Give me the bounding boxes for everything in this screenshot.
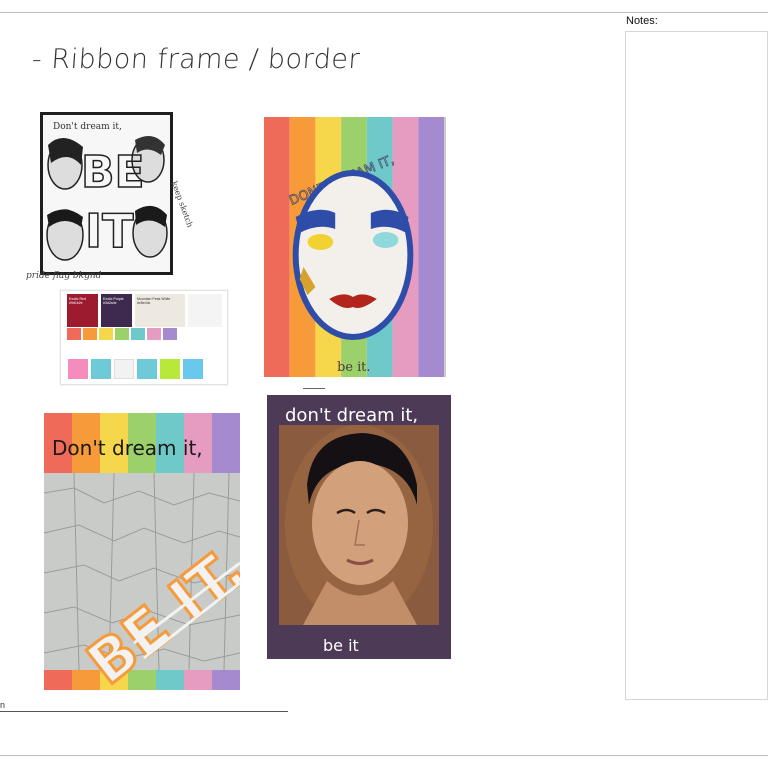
swatch-code: #e8e4dc — [137, 301, 151, 306]
mask-poster-art: DON'T DREAM IT, be it. — [264, 117, 444, 377]
palette-swatch-white: Mountain Peak White #e8e4dc — [135, 294, 185, 327]
sketch-be: BE — [81, 147, 145, 198]
notes-panel[interactable] — [625, 31, 768, 700]
notes-label: Notes: — [626, 15, 658, 27]
swatch-code: #9d1b2e — [69, 301, 83, 306]
mask-poster-image[interactable]: DON'T DREAM IT, be it. — [264, 117, 446, 377]
clipped-text: n — [0, 700, 6, 710]
palette-swatch-purple: Exotic Purple #3d2a4e — [101, 294, 132, 327]
mask-bottom-text: be it. — [337, 360, 370, 375]
palette-rainbow-row — [67, 328, 177, 340]
cracked-poster-art: Don't dream it, BE IT. — [44, 413, 240, 690]
palette-swatch-red: Exotic Red #9d1b2e — [67, 294, 98, 327]
top-divider — [0, 12, 768, 13]
sketch-it: IT — [85, 204, 134, 258]
cracked-poster-image[interactable]: Don't dream it, BE IT. — [44, 413, 240, 690]
sketch-caption: pride flag bkgnd — [26, 271, 102, 281]
bottom-divider — [0, 755, 768, 756]
bottom-left-rule — [0, 711, 288, 712]
portrait-poster-image[interactable]: don't dream it, be it — [267, 395, 451, 659]
color-palette-card[interactable]: Exotic Red #9d1b2e Exotic Purple #3d2a4e M… — [60, 290, 228, 385]
sketch-side-note: keep sketch — [169, 180, 195, 229]
cracked-top-text: Don't dream it, — [52, 436, 203, 460]
portrait-bottom-text: be it — [323, 636, 359, 655]
swatch-code: #3d2a4e — [103, 301, 117, 306]
sketch-drawing: Don't dream it, BE IT — [43, 115, 170, 272]
separator-dash — [303, 388, 325, 389]
pencil-sketch-image[interactable]: Don't dream it, BE IT — [40, 112, 173, 275]
palette-sticky-notes — [68, 359, 203, 379]
portrait-poster-art: don't dream it, be it — [267, 395, 451, 659]
palette-swatch-grey — [188, 294, 222, 327]
page-heading: - Ribbon frame / border — [30, 44, 362, 75]
sketch-line1: Don't dream it, — [53, 122, 122, 132]
portrait-top-text: don't dream it, — [285, 405, 418, 426]
